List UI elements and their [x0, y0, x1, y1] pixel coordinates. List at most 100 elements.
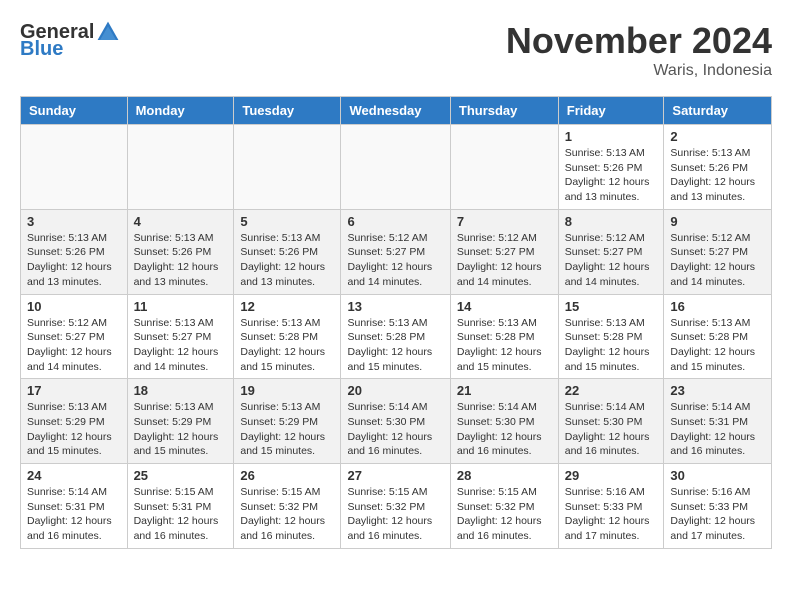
calendar-cell: 21Sunrise: 5:14 AM Sunset: 5:30 PM Dayli…	[450, 379, 558, 464]
month-title: November 2024	[506, 20, 772, 62]
day-info: Sunrise: 5:13 AM Sunset: 5:27 PM Dayligh…	[134, 316, 228, 375]
day-info: Sunrise: 5:12 AM Sunset: 5:27 PM Dayligh…	[27, 316, 121, 375]
calendar-cell: 2 Sunrise: 5:13 AM Sunset: 5:26 PM Daylig…	[664, 125, 772, 210]
day-number: 16	[670, 299, 765, 314]
day-info: Sunrise: 5:12 AM Sunset: 5:27 PM Dayligh…	[670, 231, 765, 290]
day-number: 3	[27, 214, 121, 229]
day-number: 20	[347, 383, 443, 398]
day-info: Sunrise: 5:14 AM Sunset: 5:30 PM Dayligh…	[565, 400, 658, 459]
day-info: Sunrise: 5:13 AM Sunset: 5:28 PM Dayligh…	[565, 316, 658, 375]
day-number: 19	[240, 383, 334, 398]
calendar-week-row: 10 Sunrise: 5:12 AM Sunset: 5:27 PM Dayli…	[21, 294, 772, 379]
day-info: Sunrise: 5:16 AM Sunset: 5:33 PM Dayligh…	[565, 485, 658, 544]
day-info: Sunrise: 5:13 AM Sunset: 5:26 PM Dayligh…	[134, 231, 228, 290]
calendar-cell: 8 Sunrise: 5:12 AM Sunset: 5:27 PM Daylig…	[558, 209, 664, 294]
day-number: 15	[565, 299, 658, 314]
calendar-cell	[127, 125, 234, 210]
logo-icon	[96, 20, 120, 44]
day-number: 17	[27, 383, 121, 398]
calendar-cell: 30 Sunrise: 5:16 AM Sunset: 5:33 PM Dayli…	[664, 464, 772, 549]
calendar-cell: 3 Sunrise: 5:13 AM Sunset: 5:26 PM Daylig…	[21, 209, 128, 294]
day-info: Sunrise: 5:13 AM Sunset: 5:26 PM Dayligh…	[565, 146, 658, 205]
day-info: Sunrise: 5:15 AM Sunset: 5:32 PM Dayligh…	[240, 485, 334, 544]
calendar-day-header: Sunday	[21, 97, 128, 125]
day-number: 6	[347, 214, 443, 229]
calendar-cell: 25 Sunrise: 5:15 AM Sunset: 5:31 PM Dayli…	[127, 464, 234, 549]
calendar-day-header: Saturday	[664, 97, 772, 125]
page-header: General Blue November 2024 Waris, Indone…	[20, 20, 772, 80]
day-number: 2	[670, 129, 765, 144]
day-info: Sunrise: 5:13 AM Sunset: 5:28 PM Dayligh…	[670, 316, 765, 375]
calendar-table: SundayMondayTuesdayWednesdayThursdayFrid…	[20, 96, 772, 549]
day-number: 29	[565, 468, 658, 483]
day-info: Sunrise: 5:15 AM Sunset: 5:32 PM Dayligh…	[457, 485, 552, 544]
day-number: 25	[134, 468, 228, 483]
day-info: Sunrise: 5:13 AM Sunset: 5:29 PM Dayligh…	[27, 400, 121, 459]
day-number: 28	[457, 468, 552, 483]
calendar-day-header: Monday	[127, 97, 234, 125]
day-number: 24	[27, 468, 121, 483]
day-number: 9	[670, 214, 765, 229]
calendar-cell: 28 Sunrise: 5:15 AM Sunset: 5:32 PM Dayli…	[450, 464, 558, 549]
day-info: Sunrise: 5:13 AM Sunset: 5:28 PM Dayligh…	[347, 316, 443, 375]
day-info: Sunrise: 5:14 AM Sunset: 5:31 PM Dayligh…	[27, 485, 121, 544]
calendar-cell: 4Sunrise: 5:13 AM Sunset: 5:26 PM Daylig…	[127, 209, 234, 294]
calendar-cell: 16 Sunrise: 5:13 AM Sunset: 5:28 PM Dayli…	[664, 294, 772, 379]
calendar-cell: 12 Sunrise: 5:13 AM Sunset: 5:28 PM Dayli…	[234, 294, 341, 379]
calendar-cell: 27Sunrise: 5:15 AM Sunset: 5:32 PM Dayli…	[341, 464, 450, 549]
logo: General Blue	[20, 20, 120, 61]
day-number: 7	[457, 214, 552, 229]
day-info: Sunrise: 5:12 AM Sunset: 5:27 PM Dayligh…	[457, 231, 552, 290]
day-info: Sunrise: 5:13 AM Sunset: 5:26 PM Dayligh…	[27, 231, 121, 290]
day-info: Sunrise: 5:13 AM Sunset: 5:26 PM Dayligh…	[670, 146, 765, 205]
day-info: Sunrise: 5:13 AM Sunset: 5:28 PM Dayligh…	[240, 316, 334, 375]
day-info: Sunrise: 5:13 AM Sunset: 5:29 PM Dayligh…	[134, 400, 228, 459]
calendar-cell	[234, 125, 341, 210]
calendar-cell: 17 Sunrise: 5:13 AM Sunset: 5:29 PM Dayli…	[21, 379, 128, 464]
calendar-week-row: 3 Sunrise: 5:13 AM Sunset: 5:26 PM Daylig…	[21, 209, 772, 294]
calendar-week-row: 17 Sunrise: 5:13 AM Sunset: 5:29 PM Dayli…	[21, 379, 772, 464]
calendar-cell	[450, 125, 558, 210]
day-number: 14	[457, 299, 552, 314]
day-info: Sunrise: 5:15 AM Sunset: 5:31 PM Dayligh…	[134, 485, 228, 544]
day-number: 23	[670, 383, 765, 398]
calendar-cell: 22Sunrise: 5:14 AM Sunset: 5:30 PM Dayli…	[558, 379, 664, 464]
calendar-cell: 10 Sunrise: 5:12 AM Sunset: 5:27 PM Dayli…	[21, 294, 128, 379]
calendar-cell: 26Sunrise: 5:15 AM Sunset: 5:32 PM Dayli…	[234, 464, 341, 549]
day-number: 12	[240, 299, 334, 314]
calendar-day-header: Thursday	[450, 97, 558, 125]
calendar-cell: 29 Sunrise: 5:16 AM Sunset: 5:33 PM Dayli…	[558, 464, 664, 549]
calendar-cell: 15 Sunrise: 5:13 AM Sunset: 5:28 PM Dayli…	[558, 294, 664, 379]
calendar-cell: 9 Sunrise: 5:12 AM Sunset: 5:27 PM Daylig…	[664, 209, 772, 294]
calendar-day-header: Wednesday	[341, 97, 450, 125]
day-number: 8	[565, 214, 658, 229]
day-number: 30	[670, 468, 765, 483]
day-info: Sunrise: 5:14 AM Sunset: 5:30 PM Dayligh…	[347, 400, 443, 459]
calendar-cell: 7 Sunrise: 5:12 AM Sunset: 5:27 PM Daylig…	[450, 209, 558, 294]
day-info: Sunrise: 5:13 AM Sunset: 5:29 PM Dayligh…	[240, 400, 334, 459]
day-info: Sunrise: 5:12 AM Sunset: 5:27 PM Dayligh…	[347, 231, 443, 290]
day-info: Sunrise: 5:13 AM Sunset: 5:26 PM Dayligh…	[240, 231, 334, 290]
calendar-cell	[341, 125, 450, 210]
calendar-header-row: SundayMondayTuesdayWednesdayThursdayFrid…	[21, 97, 772, 125]
day-number: 11	[134, 299, 228, 314]
day-info: Sunrise: 5:14 AM Sunset: 5:31 PM Dayligh…	[670, 400, 765, 459]
day-number: 5	[240, 214, 334, 229]
calendar-cell: 11 Sunrise: 5:13 AM Sunset: 5:27 PM Dayli…	[127, 294, 234, 379]
title-block: November 2024 Waris, Indonesia	[506, 20, 772, 80]
calendar-cell: 19 Sunrise: 5:13 AM Sunset: 5:29 PM Dayli…	[234, 379, 341, 464]
day-number: 13	[347, 299, 443, 314]
calendar-cell	[21, 125, 128, 210]
calendar-cell: 1Sunrise: 5:13 AM Sunset: 5:26 PM Daylig…	[558, 125, 664, 210]
location: Waris, Indonesia	[506, 62, 772, 80]
calendar-cell: 6 Sunrise: 5:12 AM Sunset: 5:27 PM Daylig…	[341, 209, 450, 294]
calendar-week-row: 1Sunrise: 5:13 AM Sunset: 5:26 PM Daylig…	[21, 125, 772, 210]
day-info: Sunrise: 5:16 AM Sunset: 5:33 PM Dayligh…	[670, 485, 765, 544]
day-number: 10	[27, 299, 121, 314]
day-info: Sunrise: 5:12 AM Sunset: 5:27 PM Dayligh…	[565, 231, 658, 290]
calendar-day-header: Friday	[558, 97, 664, 125]
day-info: Sunrise: 5:14 AM Sunset: 5:30 PM Dayligh…	[457, 400, 552, 459]
calendar-week-row: 24 Sunrise: 5:14 AM Sunset: 5:31 PM Dayli…	[21, 464, 772, 549]
day-number: 18	[134, 383, 228, 398]
day-info: Sunrise: 5:15 AM Sunset: 5:32 PM Dayligh…	[347, 485, 443, 544]
